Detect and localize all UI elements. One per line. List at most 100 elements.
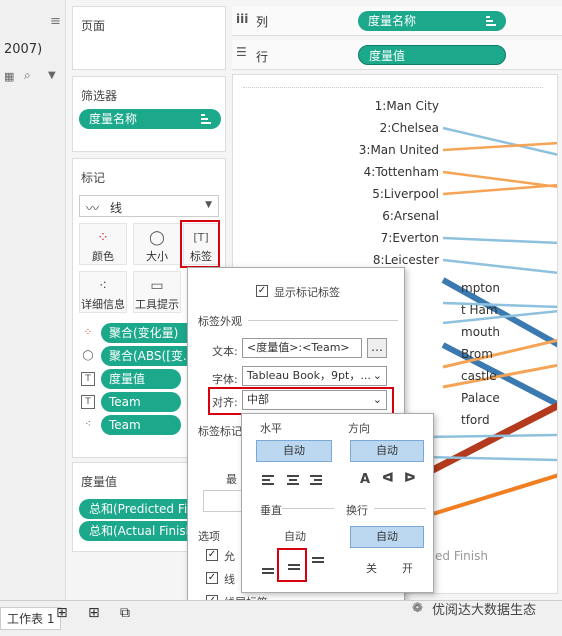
size-icon: ◯ bbox=[82, 350, 94, 361]
tooltip-button[interactable]: ▭ 工具提示 bbox=[133, 271, 181, 313]
wrap-off-button[interactable]: 关 bbox=[366, 560, 377, 576]
sheet-tab[interactable]: 工作表 1 bbox=[0, 607, 62, 630]
line-leicester bbox=[442, 258, 557, 275]
new-dashboard-icon[interactable]: ⊞ bbox=[88, 605, 100, 621]
new-story-icon[interactable]: ⧉ bbox=[120, 605, 130, 621]
columns-label: 列 bbox=[256, 15, 269, 29]
marks-row-label: 聚合(ABS([变... bbox=[101, 346, 201, 366]
team-label: 8:Leicester bbox=[372, 253, 439, 267]
options-heading: 选项 bbox=[198, 530, 220, 543]
vertical-heading: 垂直 bbox=[260, 504, 282, 517]
left-panel-strip: ≡ 2007) ▦ ⌕ ▼ bbox=[0, 0, 66, 600]
wechat-icon: ❁ bbox=[412, 601, 423, 616]
horizontal-heading: 水平 bbox=[260, 422, 282, 435]
detail-button[interactable]: ⁖ 详细信息 bbox=[79, 271, 127, 313]
align-highlight bbox=[208, 387, 394, 415]
team-label-partial: mpton bbox=[461, 281, 500, 295]
team-label: 3:Man United bbox=[358, 143, 439, 157]
list-icon[interactable]: ▦ bbox=[4, 70, 14, 83]
columns-shelf: iii 列 度量名称 bbox=[232, 6, 562, 36]
detail-icon: ⁖ bbox=[98, 278, 108, 294]
team-label: 2:Chelsea bbox=[379, 121, 439, 135]
align-right-icon[interactable] bbox=[310, 474, 324, 486]
direction-auto-button[interactable]: 自动 bbox=[350, 440, 424, 462]
sort-icon bbox=[201, 114, 211, 124]
marks-row-label: Team bbox=[101, 415, 181, 435]
option-checkbox-2[interactable]: ✓ bbox=[206, 572, 218, 584]
color-icon: ⁘ bbox=[97, 230, 109, 246]
line-light-1 bbox=[422, 433, 557, 439]
rows-pill-measure-values[interactable]: 度量值 bbox=[358, 45, 506, 65]
font-select[interactable]: Tableau Book，9pt，... ⌄ bbox=[242, 366, 387, 386]
vertical-auto-button[interactable]: 自动 bbox=[284, 528, 306, 544]
size-label: 大小 bbox=[146, 250, 168, 263]
min-max-label: 最 bbox=[226, 473, 237, 486]
search-icon[interactable]: ⌕ bbox=[24, 68, 31, 83]
line-liverpool bbox=[442, 183, 557, 196]
watermark-text: 优阅达大数据生态 bbox=[432, 603, 537, 618]
show-labels-text: 显示标记标签 bbox=[274, 286, 340, 299]
filters-title: 筛选器 bbox=[81, 89, 118, 103]
show-labels-checkbox[interactable]: ✓ bbox=[256, 285, 268, 297]
option-checkbox-1[interactable]: ✓ bbox=[206, 549, 218, 561]
columns-pill-label: 度量名称 bbox=[368, 14, 417, 28]
marks-row-label: Team bbox=[101, 392, 181, 412]
horizontal-auto-button[interactable]: 自动 bbox=[256, 440, 332, 462]
font-field-label: 字体: bbox=[212, 373, 238, 386]
ellipsis-button[interactable]: … bbox=[367, 338, 387, 358]
wrap-auto-button[interactable]: 自动 bbox=[350, 526, 424, 548]
direction-down-icon[interactable]: ᐅ bbox=[404, 471, 416, 486]
sheet-tab-bar: 工作表 1 ⊞ ⊞ ⧉ ❁ 优阅达大数据生态 bbox=[0, 600, 562, 636]
label-button-highlight bbox=[180, 220, 220, 268]
rows-pill-label: 度量值 bbox=[369, 49, 406, 63]
columns-icon: iii bbox=[236, 12, 249, 26]
text-field[interactable]: <度量值>:<Team> bbox=[242, 338, 362, 358]
filter-pill-measure-names[interactable]: 度量名称 bbox=[79, 109, 221, 129]
direction-up-icon[interactable]: ᐊ bbox=[382, 471, 394, 486]
rows-label: 行 bbox=[256, 50, 269, 64]
sort-icon bbox=[486, 16, 496, 26]
team-label: 6:Arsenal bbox=[382, 209, 439, 223]
min-max-field[interactable] bbox=[203, 490, 243, 512]
pages-panel: 页面 bbox=[72, 6, 226, 70]
pages-title: 页面 bbox=[81, 19, 106, 33]
columns-pill-measure-names[interactable]: 度量名称 bbox=[358, 11, 506, 31]
align-left-icon[interactable] bbox=[262, 474, 276, 486]
color-label: 颜色 bbox=[92, 250, 114, 263]
sort-icon[interactable]: ≡ bbox=[50, 14, 61, 29]
color-icon: ⁘ bbox=[83, 327, 93, 338]
font-value: Tableau Book，9pt，... bbox=[247, 369, 371, 382]
direction-heading: 方向 bbox=[348, 422, 370, 435]
team-label: 5:Liverpool bbox=[372, 187, 439, 201]
team-label-partial: tford bbox=[461, 413, 490, 427]
rows-shelf: ☰ 行 度量值 bbox=[232, 40, 562, 70]
direction-horizontal-icon[interactable]: A bbox=[360, 472, 370, 487]
rows-icon: ☰ bbox=[236, 45, 247, 59]
team-label-partial: Brom bbox=[461, 347, 493, 361]
valign-bottom-icon[interactable] bbox=[262, 562, 276, 574]
new-worksheet-icon[interactable]: ⊞ bbox=[56, 605, 68, 621]
mark-type-select[interactable]: 〰 线 ▼ bbox=[79, 195, 219, 217]
wrap-heading: 换行 bbox=[346, 504, 368, 517]
dropdown-icon[interactable]: ▼ bbox=[48, 70, 56, 81]
team-label: 1:Man City bbox=[374, 99, 439, 113]
measure-values-title: 度量值 bbox=[81, 475, 118, 489]
team-label: 7:Everton bbox=[380, 231, 439, 245]
line-orange bbox=[422, 473, 557, 519]
filters-panel: 筛选器 度量名称 bbox=[72, 76, 226, 152]
axis-label-actual-finish: ed Finish bbox=[435, 549, 488, 563]
team-label-partial: mouth bbox=[461, 325, 500, 339]
valign-top-icon[interactable] bbox=[312, 556, 326, 568]
tooltip-label: 工具提示 bbox=[135, 298, 179, 311]
option-label-2: 线 bbox=[224, 573, 235, 586]
divider bbox=[248, 320, 398, 321]
chevron-down-icon: ▼ bbox=[205, 200, 212, 210]
partial-title: 2007) bbox=[4, 42, 43, 57]
line-everton bbox=[442, 236, 557, 245]
align-center-icon[interactable] bbox=[286, 474, 300, 486]
size-button[interactable]: ◯ 大小 bbox=[133, 223, 181, 265]
wrap-on-button[interactable]: 开 bbox=[402, 560, 413, 576]
chevron-down-icon: ⌄ bbox=[372, 369, 382, 382]
color-button[interactable]: ⁘ 颜色 bbox=[79, 223, 127, 265]
line-man-united bbox=[442, 141, 557, 152]
